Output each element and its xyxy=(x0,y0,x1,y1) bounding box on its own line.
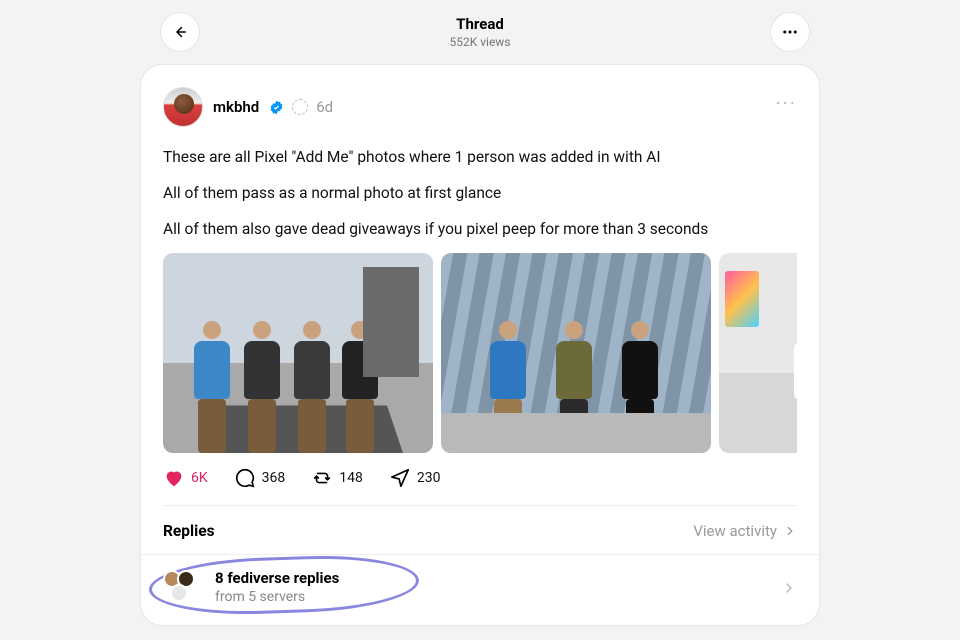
fediverse-avatars xyxy=(163,570,203,604)
replies-header: Replies View activity xyxy=(163,506,797,554)
share-count: 230 xyxy=(417,470,441,486)
author-avatar[interactable] xyxy=(163,87,203,127)
send-icon xyxy=(389,467,411,489)
chevron-right-icon xyxy=(781,580,797,600)
fediverse-title: 8 fediverse replies xyxy=(215,569,339,587)
media-carousel[interactable] xyxy=(163,253,797,453)
post-body: These are all Pixel "Add Me" photos wher… xyxy=(163,145,797,241)
post-age: 6d xyxy=(316,98,333,116)
verified-badge-icon xyxy=(269,100,284,115)
repost-icon xyxy=(311,467,333,489)
photo-3[interactable] xyxy=(719,253,797,453)
thread-card: mkbhd 6d ··· These are all Pixel "Add Me… xyxy=(140,64,820,626)
post-paragraph: All of them pass as a normal photo at fi… xyxy=(163,181,797,205)
comment-icon xyxy=(234,467,256,489)
dots-icon xyxy=(781,23,799,41)
page-title: Thread xyxy=(449,15,510,33)
repost-count: 148 xyxy=(339,470,363,486)
chevron-right-icon xyxy=(783,524,797,538)
action-bar: 6K 368 148 230 xyxy=(163,453,797,506)
post-more-button[interactable]: ··· xyxy=(775,91,797,115)
author-username[interactable]: mkbhd xyxy=(213,98,259,116)
photo-2[interactable] xyxy=(441,253,711,453)
arrow-left-icon xyxy=(171,23,189,41)
view-activity-label: View activity xyxy=(693,522,777,540)
back-button[interactable] xyxy=(160,12,200,52)
fediverse-replies-row[interactable]: 8 fediverse replies from 5 servers xyxy=(141,554,819,625)
heart-icon xyxy=(163,467,185,489)
replies-label: Replies xyxy=(163,522,215,540)
like-count: 6K xyxy=(191,470,208,486)
avatar xyxy=(170,584,188,602)
audience-icon xyxy=(292,99,308,115)
header-more-button[interactable] xyxy=(770,12,810,52)
like-button[interactable]: 6K xyxy=(163,467,208,489)
post-header: mkbhd 6d ··· xyxy=(163,87,797,127)
view-activity-button[interactable]: View activity xyxy=(693,522,797,540)
reply-button[interactable]: 368 xyxy=(234,467,286,489)
share-button[interactable]: 230 xyxy=(389,467,441,489)
repost-button[interactable]: 148 xyxy=(311,467,363,489)
top-bar: Thread 552K views xyxy=(0,0,960,64)
photo-1[interactable] xyxy=(163,253,433,453)
post-paragraph: These are all Pixel "Add Me" photos wher… xyxy=(163,145,797,169)
reply-count: 368 xyxy=(262,470,286,486)
post-paragraph: All of them also gave dead giveaways if … xyxy=(163,217,797,241)
fediverse-subtitle: from 5 servers xyxy=(215,589,339,605)
views-count: 552K views xyxy=(449,35,510,49)
